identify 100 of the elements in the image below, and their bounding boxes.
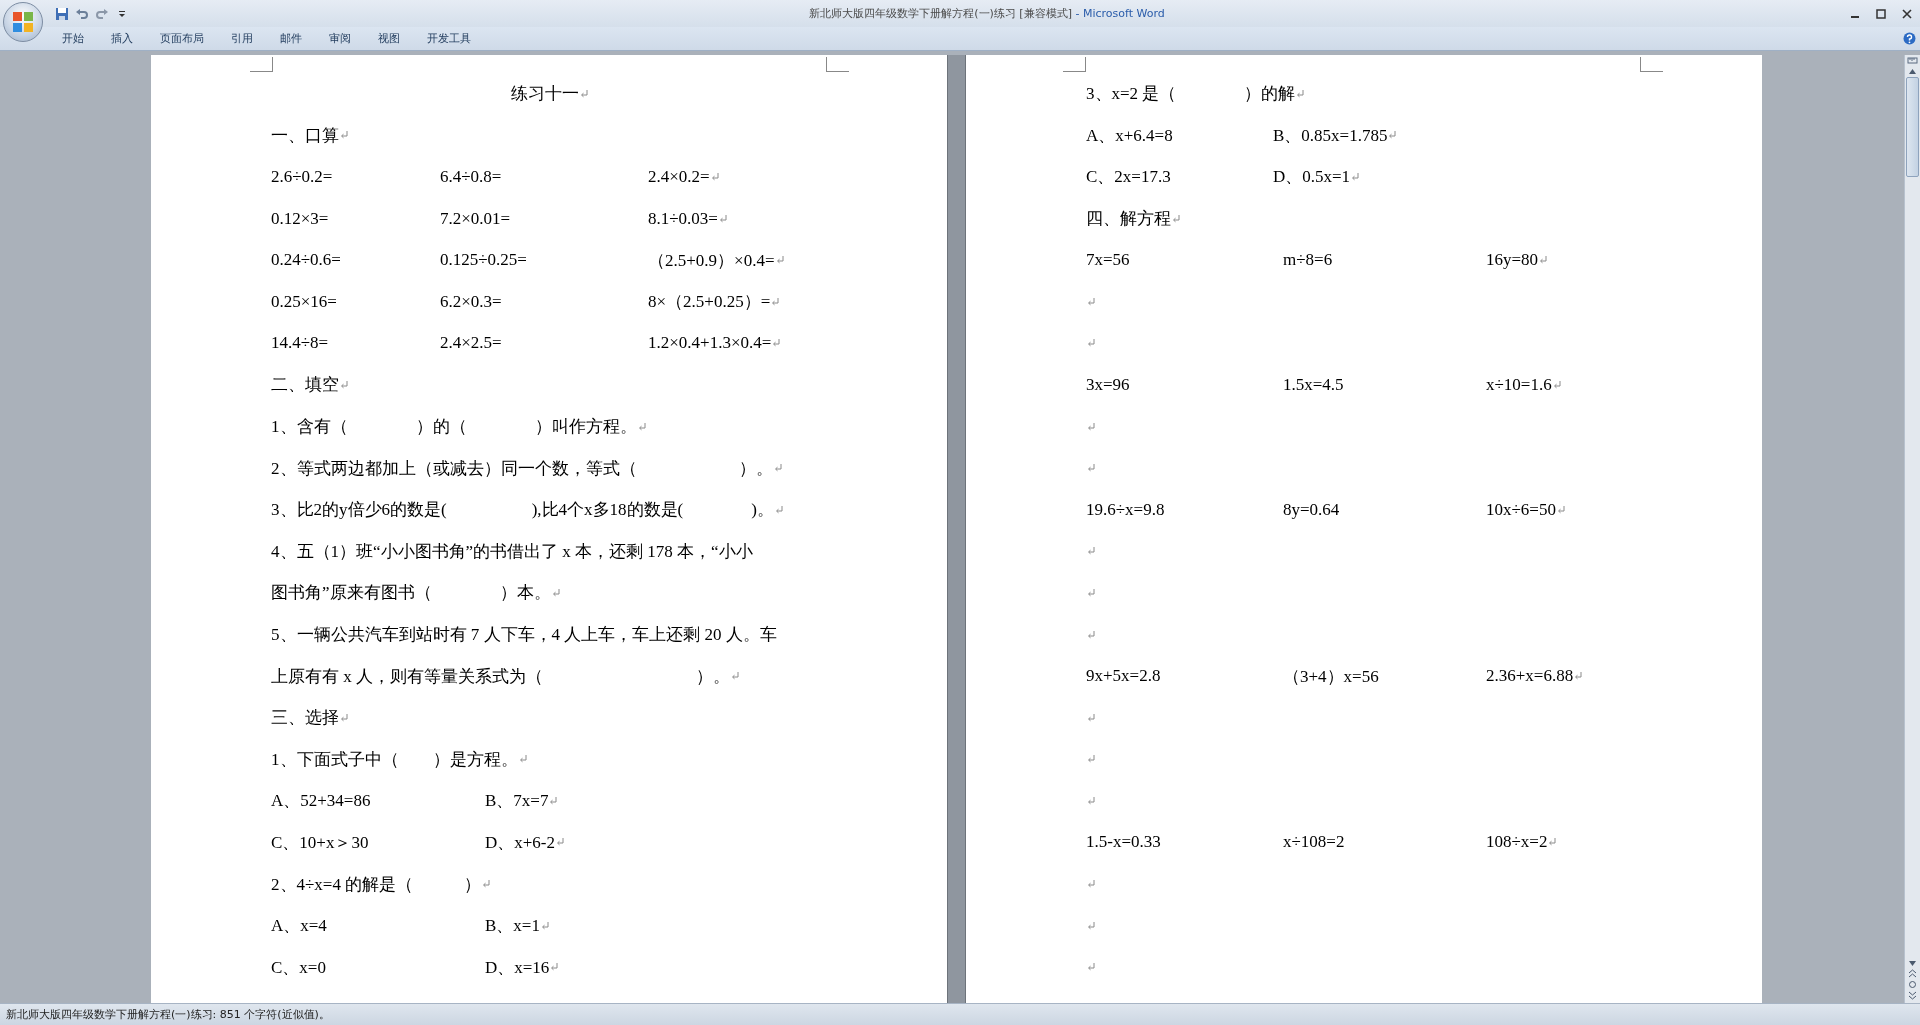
question-text: 2、4÷x=4 的解是（ ） <box>271 873 482 896</box>
ribbon-tab[interactable]: 开始 <box>50 28 96 49</box>
ribbon-tab[interactable]: 视图 <box>366 28 412 49</box>
math-expression: 0.25×16= <box>271 291 337 311</box>
paragraph-mark-icon <box>1296 89 1305 98</box>
paragraph-mark-icon <box>772 339 781 348</box>
answer-option: B、7x=7 <box>485 791 549 811</box>
document-title: 练习十一 <box>510 83 579 106</box>
paragraph-mark-icon <box>1087 796 1095 805</box>
math-expression: 2.6÷0.2= <box>271 167 333 186</box>
vertical-scrollbar[interactable] <box>1904 55 1920 1003</box>
equation: 9x+5x=2.8 <box>1086 666 1161 686</box>
paragraph-mark-icon <box>1552 380 1561 389</box>
section-heading: 二、填空 <box>271 374 339 397</box>
ribbon-tab[interactable]: 插入 <box>99 28 145 49</box>
paragraph-mark-icon <box>550 963 559 972</box>
paragraph-mark-icon <box>1172 214 1180 223</box>
status-text: 新北师大版四年级数学下册解方程(一)练习: 851 个字符(近似值)。 <box>6 1007 330 1022</box>
paragraph-mark-icon <box>556 838 565 847</box>
paragraph-mark-icon <box>1351 173 1360 181</box>
equation: 108÷x=2 <box>1486 832 1548 852</box>
paragraph-mark-icon <box>1574 672 1583 681</box>
question-text: 4、五（1）班“小小图书角”的书借出了 x 本，还剩 178 本，“小小 图书角”原来有图书（ ）本。 <box>271 540 754 605</box>
equation: 3x=96 <box>1086 374 1130 394</box>
answer-option: B、x=1 <box>485 916 540 936</box>
help-icon[interactable] <box>1903 32 1916 45</box>
equation: 8y=0.64 <box>1283 499 1340 519</box>
paragraph-mark-icon <box>1087 588 1095 597</box>
ribbon-tab[interactable]: 审阅 <box>317 28 363 49</box>
equation: 1.5x=4.5 <box>1283 374 1344 394</box>
question-text: 3、比2的y倍少6的数是( ),比4个x多18的数是( )。 <box>271 499 774 522</box>
paragraph-mark-icon <box>1087 422 1095 431</box>
equation: 10x÷6=50 <box>1486 499 1556 519</box>
math-expression: （2.5+0.9）×0.4= <box>648 250 775 270</box>
paragraph-mark-icon <box>1087 755 1095 764</box>
math-expression: 8.1÷0.03= <box>648 208 718 228</box>
paragraph-mark-icon <box>718 214 727 223</box>
previous-page-icon[interactable] <box>1908 969 1917 978</box>
equation: x÷108=2 <box>1283 832 1345 852</box>
paragraph-mark-icon <box>771 297 780 306</box>
scroll-up-icon[interactable] <box>1908 68 1917 75</box>
paragraph-mark-icon <box>482 880 491 889</box>
ribbon-tab[interactable]: 邮件 <box>268 28 314 49</box>
equation: （3+4）x=56 <box>1283 666 1379 686</box>
section-heading: 一、口算 <box>271 124 339 147</box>
answer-option: D、x+6-2 <box>485 833 556 852</box>
paragraph-mark-icon <box>579 89 588 98</box>
equation: 7x=56 <box>1086 250 1130 270</box>
math-expression: 2.4×0.2= <box>648 167 710 186</box>
equation: 1.5-x=0.33 <box>1086 832 1161 852</box>
equation: x÷10=1.6 <box>1486 374 1552 394</box>
math-expression: 6.4÷0.8= <box>440 167 502 186</box>
equation: 2.36+x=6.88 <box>1486 666 1574 686</box>
math-expression: 0.24÷0.6= <box>271 250 341 270</box>
paragraph-mark-icon <box>773 464 782 473</box>
paragraph-mark-icon <box>540 921 549 930</box>
ribbon-tab[interactable]: 页面布局 <box>148 28 216 49</box>
ruler-icon[interactable] <box>1907 55 1918 66</box>
math-expression: 7.2×0.01= <box>440 208 511 228</box>
paragraph-mark-icon <box>340 380 348 389</box>
next-page-icon[interactable] <box>1908 991 1917 1000</box>
question-text: 3、x=2 是（ ）的解 <box>1086 83 1296 106</box>
question-text: 1、下面式子中（ ）是方程。 <box>271 748 518 771</box>
answer-option: D、0.5x=1 <box>1273 167 1351 187</box>
math-expression: 0.12×3= <box>271 208 329 228</box>
answer-option: A、x+6.4=8 <box>1086 125 1173 145</box>
paragraph-mark-icon <box>1087 963 1095 972</box>
answer-option: C、2x=17.3 <box>1086 167 1171 187</box>
question-text: 1、含有（ ）的（ ）叫作方程。 <box>271 416 637 439</box>
paragraph-mark-icon <box>1087 880 1095 889</box>
paragraph-mark-icon <box>710 173 719 181</box>
ribbon-tab[interactable]: 开发工具 <box>415 28 483 49</box>
answer-option: C、x=0 <box>271 957 326 977</box>
paragraph-mark-icon <box>1087 713 1095 722</box>
scroll-thumb[interactable] <box>1906 77 1919 177</box>
paragraph-mark-icon <box>775 256 784 265</box>
paragraph-mark-icon <box>340 713 348 722</box>
paragraph-mark-icon <box>1087 630 1095 639</box>
office-logo-icon <box>12 11 34 33</box>
equation: 16y=80 <box>1486 250 1539 270</box>
math-expression: 6.2×0.3= <box>440 291 502 311</box>
paragraph-mark-icon <box>1539 256 1548 265</box>
scroll-down-icon[interactable] <box>1908 960 1917 967</box>
paragraph-mark-icon <box>518 755 527 764</box>
paragraph-mark-icon <box>1087 921 1095 930</box>
answer-option: A、x=4 <box>271 916 327 936</box>
crop-mark <box>826 57 849 72</box>
answer-option: B、0.85x=1.785 <box>1273 125 1388 145</box>
ribbon-tab[interactable]: 引用 <box>219 28 265 49</box>
math-expression: 8×（2.5+0.25）= <box>648 292 771 312</box>
math-expression: 1.2×0.4+1.3×0.4= <box>648 333 772 353</box>
math-expression: 0.125÷0.25= <box>440 250 527 270</box>
paragraph-mark-icon <box>1087 547 1095 556</box>
paragraph-mark-icon <box>774 505 783 514</box>
browse-object-icon[interactable] <box>1908 980 1917 989</box>
equation: 19.6÷x=9.8 <box>1086 499 1165 519</box>
crop-mark <box>1640 57 1663 72</box>
paragraph-mark-icon <box>549 796 558 805</box>
paragraph-mark-icon <box>731 672 739 681</box>
answer-option: D、x=16 <box>485 957 550 977</box>
